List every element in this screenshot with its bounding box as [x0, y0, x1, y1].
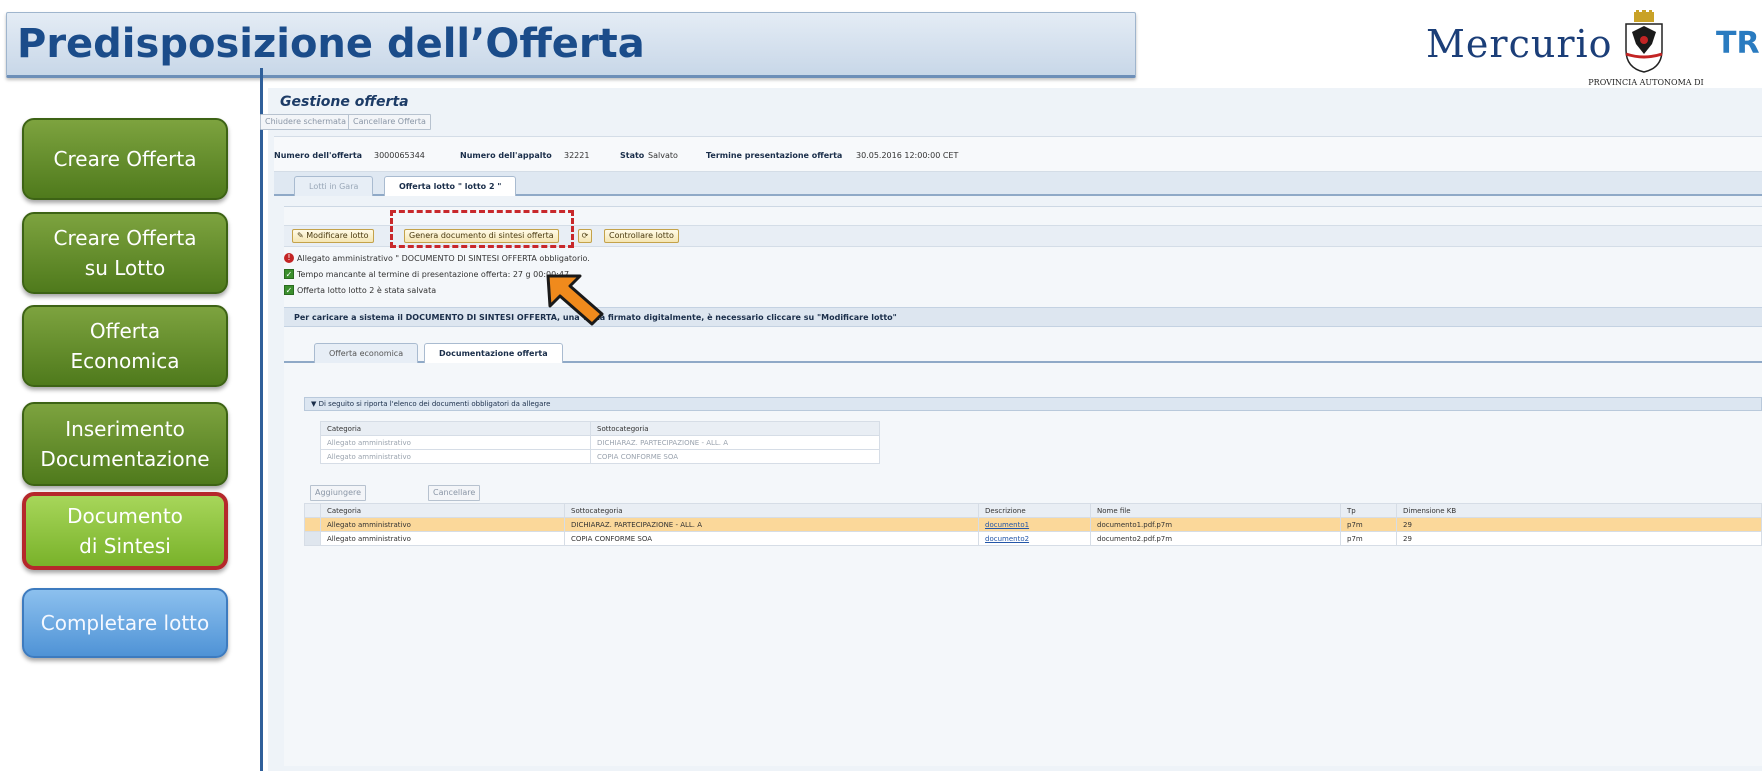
header-banner: Predisposizione dell’Offerta [6, 12, 1136, 78]
table-row: Allegato amministrativo DICHIARAZ. PARTE… [320, 435, 880, 450]
table-cell: Allegato amministrativo [320, 517, 565, 532]
nav-documento-di-sintesi[interactable]: Documento di Sintesi [22, 492, 228, 570]
nav-label: Creare Offerta [53, 147, 197, 171]
offer-number: 3000065344 [374, 151, 425, 160]
nav-creare-offerta-su-lotto[interactable]: Creare Offerta su Lotto [22, 212, 228, 294]
table-cell: 29 [1396, 517, 1762, 532]
page-title: Predisposizione dell’Offerta [17, 21, 645, 67]
column-header: Nome file [1090, 503, 1341, 518]
column-header: Categoria [320, 503, 565, 518]
tab-lotti-in-gara[interactable]: Lotti in Gara [294, 176, 374, 196]
check-icon: ✓ [284, 269, 294, 279]
offer-info-row: Numero dell'offerta 3000065344 Numero de… [274, 136, 1762, 172]
message-text: Tempo mancante al termine di presentazio… [297, 269, 570, 279]
description-link[interactable]: documento1 [985, 521, 1029, 529]
message-text: Offerta lotto lotto 2 è stata salvata [297, 285, 437, 295]
nav-offerta-economica[interactable]: Offerta Economica [22, 305, 228, 387]
message-text: Allegato amministrativo " DOCUMENTO DI S… [297, 253, 590, 263]
table-cell: 29 [1396, 531, 1762, 546]
column-header: Categoria [320, 421, 591, 436]
state-value: Salvato [648, 151, 678, 160]
close-screen-button[interactable]: Chiudere schermata [260, 114, 351, 130]
message-ok: ✓ Offerta lotto lotto 2 è stata salvata [284, 285, 436, 295]
app-panel: Gestione offerta Chiudere schermata Canc… [260, 88, 1762, 771]
offer-number-label: Numero dell'offerta [274, 151, 363, 160]
tender-number-label: Numero dell'appalto [460, 151, 552, 160]
column-header: Sottocategoria [564, 503, 979, 518]
table-cell: DICHIARAZ. PARTECIPAZIONE - ALL. A [564, 517, 979, 532]
table-cell: Allegato amministrativo [320, 449, 591, 464]
vertical-divider [260, 68, 263, 771]
trentino-logo: TRE [1716, 26, 1762, 61]
message-ok: ✓ Tempo mancante al termine di presentaz… [284, 269, 569, 279]
row-selector[interactable] [304, 517, 321, 532]
row-selector[interactable] [304, 531, 321, 546]
sub-tabs: Offerta economica Documentazione offerta [284, 339, 1762, 363]
nav-label: Creare Offerta su Lotto [53, 226, 197, 280]
nav-inserimento-documentazione[interactable]: Inserimento Documentazione [22, 402, 228, 486]
nav-label: Completare lotto [40, 611, 210, 635]
attachments-table: Categoria Sottocategoria Descrizione Nom… [304, 503, 1762, 546]
nav-label: Inserimento Documentazione [40, 417, 210, 471]
state-label: Stato [620, 151, 645, 160]
deadline-value: 30.05.2016 12:00:00 CET [856, 151, 959, 160]
tender-number: 32221 [564, 151, 590, 160]
modify-lot-button[interactable]: ✎ Modificare lotto [292, 229, 374, 243]
table-row[interactable]: Allegato amministrativo COPIA CONFORME S… [304, 531, 1762, 546]
delete-attachment-button[interactable]: Cancellare [428, 485, 481, 501]
column-header: Tp [1340, 503, 1397, 518]
table-cell: Allegato amministrativo [320, 531, 565, 546]
mercurio-logo-text: Mercurio [1426, 22, 1613, 66]
table-cell: COPIA CONFORME SOA [590, 449, 880, 464]
column-header: Descrizione [978, 503, 1091, 518]
table-cell: documento2.pdf.p7m [1090, 531, 1341, 546]
deadline-label: Termine presentazione offerta [706, 151, 843, 160]
modify-lot-label: Modificare lotto [306, 231, 369, 240]
refresh-icon[interactable]: ⟳ [578, 229, 592, 243]
logo-area: Mercurio PROVINCIA AUTONOMA DI TRENTO TR… [1420, 8, 1762, 98]
nav-completare-lotto[interactable]: Completare lotto [22, 588, 228, 658]
tab-offerta-economica[interactable]: Offerta economica [314, 343, 419, 363]
main-tabs: Lotti in Gara Offerta lotto " lotto 2 " [274, 172, 1762, 196]
table-cell: DICHIARAZ. PARTECIPAZIONE - ALL. A [590, 435, 880, 450]
highlight-box [390, 210, 574, 248]
app-title: Gestione offerta [280, 94, 409, 110]
required-docs-table: Categoria Sottocategoria Allegato ammini… [320, 421, 880, 464]
collapse-icon: ▼ [311, 400, 317, 408]
provincia-crest-icon [1625, 10, 1663, 73]
description-link[interactable]: documento2 [985, 535, 1029, 543]
nav-label: Offerta Economica [70, 319, 180, 373]
page: Predisposizione dell’Offerta Mercurio PR… [0, 0, 1762, 771]
check-lot-button[interactable]: Controllare lotto [604, 229, 679, 243]
table-cell: COPIA CONFORME SOA [564, 531, 979, 546]
nav-creare-offerta[interactable]: Creare Offerta [22, 118, 228, 200]
work-area: ✎ Modificare lotto Genera documento di s… [284, 206, 1762, 766]
add-signed-attachment-button[interactable]: Aggiungere allegato firmato [310, 485, 367, 525]
tab-documentazione-offerta[interactable]: Documentazione offerta [424, 343, 563, 363]
table-cell: documento1.pdf.p7m [1090, 517, 1341, 532]
required-docs-header[interactable]: ▼ Di seguito si riporta l'elenco dei doc… [304, 397, 1762, 411]
check-icon: ✓ [284, 285, 294, 295]
table-row[interactable]: Allegato amministrativo DICHIARAZ. PARTE… [304, 517, 1762, 532]
table-cell: Allegato amministrativo [320, 435, 591, 450]
column-header: Sottocategoria [590, 421, 880, 436]
table-row: Allegato amministrativo COPIA CONFORME S… [320, 449, 880, 464]
upload-notice: Per caricare a sistema il DOCUMENTO DI S… [284, 307, 1762, 327]
select-all-cell[interactable] [304, 503, 321, 518]
mercurio-logo: Mercurio [1426, 22, 1613, 66]
message-error: ! Allegato amministrativo " DOCUMENTO DI… [284, 253, 590, 263]
column-header: Dimensione KB [1396, 503, 1762, 518]
cancel-offer-button[interactable]: Cancellare Offerta [348, 114, 431, 130]
tab-offerta-lotto[interactable]: Offerta lotto " lotto 2 " [384, 176, 517, 196]
required-docs-header-text: Di seguito si riporta l'elenco dei docum… [318, 400, 551, 408]
pencil-icon: ✎ [297, 231, 304, 240]
nav-label: Documento di Sintesi [67, 504, 183, 558]
pointer-arrow-icon [546, 274, 604, 326]
error-icon: ! [284, 253, 294, 263]
table-cell: p7m [1340, 531, 1397, 546]
table-cell: p7m [1340, 517, 1397, 532]
